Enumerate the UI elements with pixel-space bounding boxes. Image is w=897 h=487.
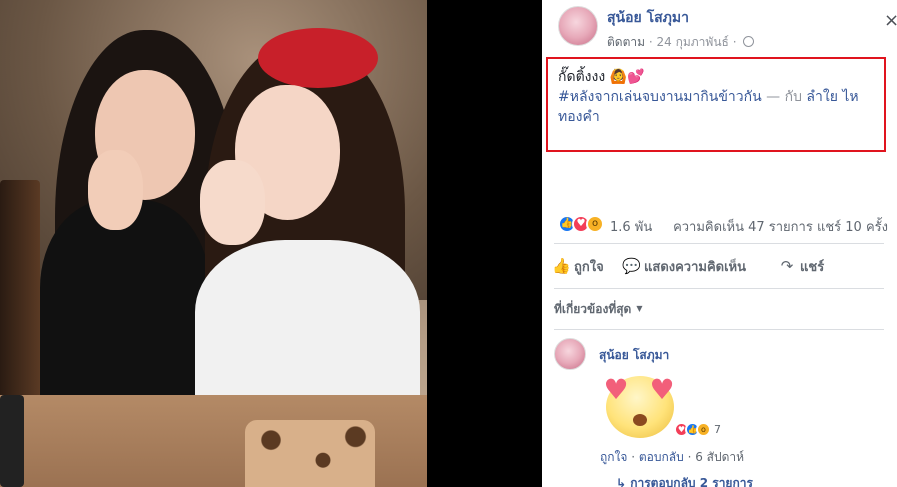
post-sidebar: สุน้อย โสภุมา ติดตาม · 24 กุมภาพันธ์ · ×… [542,0,897,487]
share-arrow-icon: ↷ [780,257,794,275]
with-label: กับ [784,89,802,105]
post-date[interactable]: 24 กุมภาพันธ์ [657,35,729,49]
comment-filter-label: ที่เกี่ยวข้องที่สุด [554,302,632,316]
photo-red-bow [258,28,378,88]
photo-person-right-body [195,240,420,420]
photo-person-left-hand [88,150,143,230]
reaction-stats: 👍 ♥ o 1.6 พัน ความคิดเห็น 47 รายการ แชร์… [558,213,888,237]
commenter-name[interactable]: สุน้อย โสภุมา [599,346,669,365]
comment-meta: ถูกใจ · ตอบกลับ · 6 สัปดาห์ [600,448,744,467]
divider-bottom [554,329,884,330]
globe-icon [743,36,755,47]
comments-shares-count: ความคิดเห็น 47 รายการ แชร์ 10 ครั้ง [673,216,888,237]
heart-eye-right-icon: ♥ [649,373,675,406]
share-button[interactable]: ↷ แชร์ [778,256,824,277]
caret-down-icon: ▼ [636,304,643,313]
shares-count[interactable]: แชร์ 10 ครั้ง [817,220,888,235]
like-button[interactable]: 👍 ถูกใจ [552,256,604,277]
photo-guitar [0,180,40,400]
comment-reply-link[interactable]: ตอบกลับ [639,450,684,464]
thumbs-up-icon: 👍 [552,257,571,275]
post-text-line1: กั๊ดติ้งงง 🙆💕 [558,69,645,85]
reactions-count[interactable]: 1.6 พัน [610,216,652,237]
author-name[interactable]: สุน้อย โสภุมา [607,7,689,29]
post-header: สุน้อย โสภุมา ติดตาม · 24 กุมภาพันธ์ · × [558,6,897,52]
post-actions: 👍 ถูกใจ 💬 แสดงความคิดเห็น ↷ แชร์ [552,254,882,280]
comment-filter-dropdown[interactable]: ที่เกี่ยวข้องที่สุด ▼ [554,300,643,319]
comment-button-label: แสดงความคิดเห็น [644,260,747,275]
close-icon[interactable]: × [884,10,897,31]
comment-item: สุน้อย โสภุมา ♥ ♥ ♥ 👍 o 7 ถูกใจ · ตอบกลั… [554,338,884,487]
like-button-label: ถูกใจ [574,260,604,275]
author-avatar[interactable] [558,6,598,46]
post-text-highlight: กั๊ดติ้งงง 🙆💕 #หลังจากเล่นจบงานมากินข้าว… [546,57,886,152]
commenter-avatar[interactable] [554,338,586,370]
reply-arrow-icon: ↳ [616,476,631,487]
hashtag-link[interactable]: #หลังจากเล่นจบงานมากินข้าวกัน [558,89,762,105]
wow-reaction-icon: o [586,215,604,233]
photo-person-left-body [40,200,210,420]
comment-reactions-count: 7 [714,423,721,436]
post-photo[interactable] [0,0,427,487]
divider-middle [554,288,884,289]
comment-button[interactable]: 💬 แสดงความคิดเห็น [622,256,746,277]
view-replies-label: การตอบกลับ 2 รายการ [630,476,753,487]
reaction-icons[interactable]: 👍 ♥ o [558,215,608,233]
photo-phone [0,395,24,487]
speech-bubble-icon: 💬 [622,257,641,275]
comment-time[interactable]: 6 สัปดาห์ [695,450,744,464]
post-meta: ติดตาม · 24 กุมภาพันธ์ · [607,33,755,52]
comments-count[interactable]: ความคิดเห็น 47 รายการ [673,220,813,235]
photo-viewer [0,0,542,487]
view-replies-link[interactable]: ↳ การตอบกลับ 2 รายการ [616,474,753,487]
heart-eyes-sticker: ♥ ♥ [596,368,684,438]
photo-person-right-hand [200,160,265,245]
sticker-mouth [633,414,647,426]
heart-eye-left-icon: ♥ [603,373,629,406]
meta-dot-2: · [732,35,741,49]
wow-reaction-icon: o [696,422,711,437]
meta-dot: · [648,35,657,49]
comment-like-link[interactable]: ถูกใจ [600,450,627,464]
share-button-label: แชร์ [800,260,825,275]
meta-dot: · [631,450,639,464]
follow-link[interactable]: ติดตาม [607,35,645,49]
photo-leopard-bag [245,420,375,487]
dash-separator: — [766,89,781,105]
post-text-line2: #หลังจากเล่นจบงานมากินข้าวกัน — กับ ลำใย… [558,87,883,127]
divider-top [554,243,884,244]
post-text: กั๊ดติ้งงง 🙆💕 #หลังจากเล่นจบงานมากินข้าว… [558,67,883,127]
